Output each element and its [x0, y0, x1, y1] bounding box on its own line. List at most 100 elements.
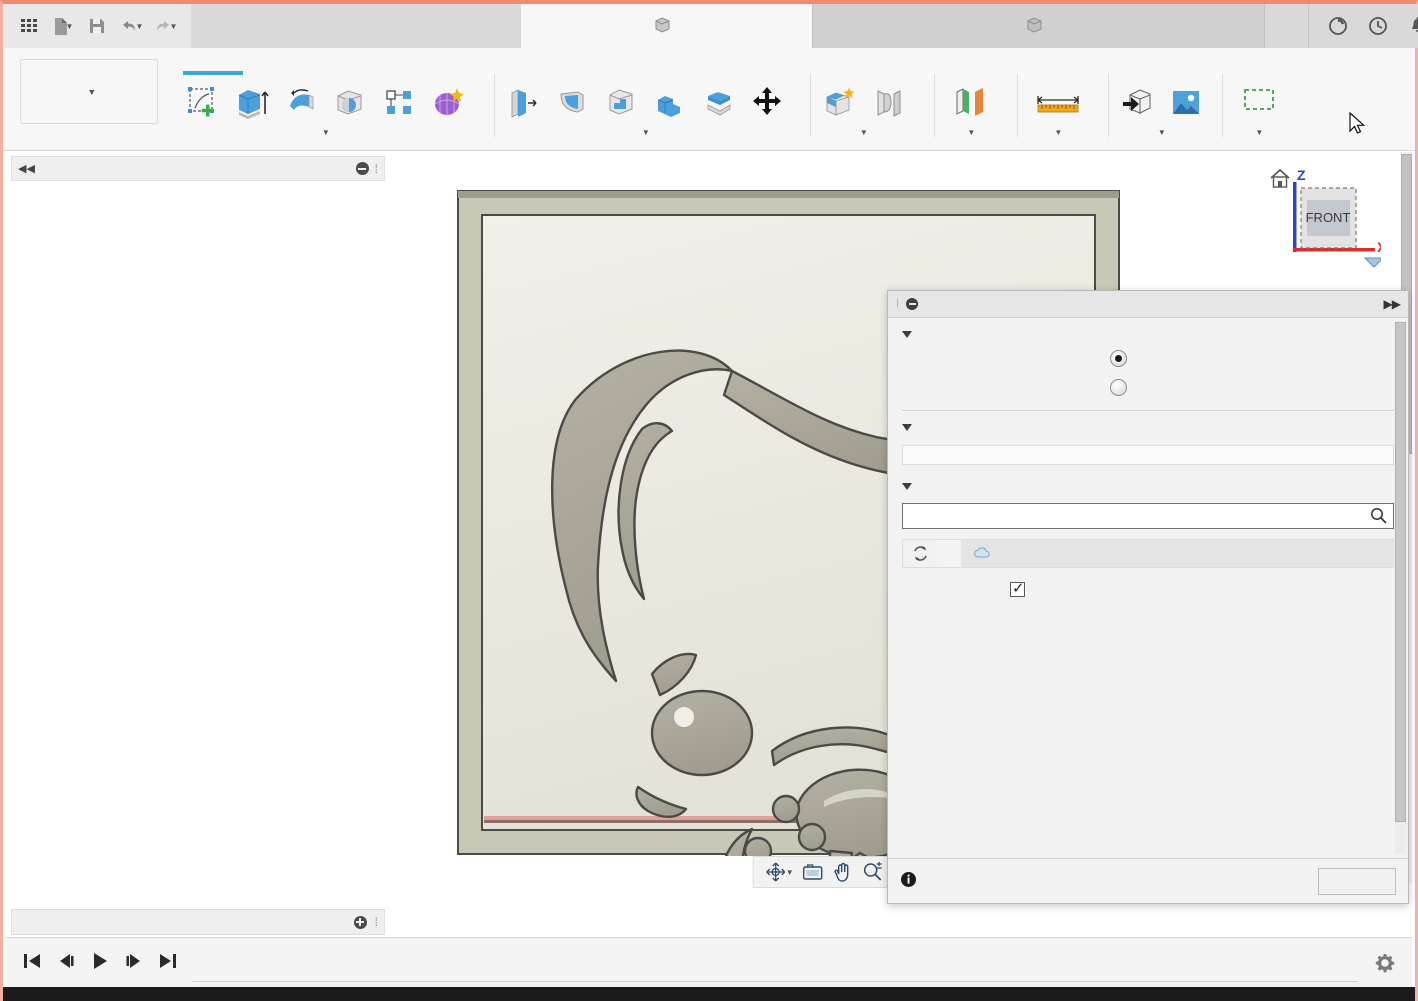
panel-inspect-label[interactable]: ▼	[1053, 128, 1062, 137]
library-search-input[interactable]	[902, 503, 1394, 529]
step-back-icon[interactable]	[56, 952, 76, 973]
tab-solid[interactable]	[178, 54, 206, 60]
triangle-down-icon[interactable]	[902, 424, 912, 431]
refresh-icon[interactable]	[903, 540, 937, 567]
chevron-down-icon: ▼	[641, 128, 651, 137]
panel-select: ▼	[1222, 74, 1295, 137]
apply-to-faces-radio[interactable]	[1110, 379, 1127, 396]
skip-start-icon[interactable]	[22, 952, 42, 973]
appearance-dialog[interactable]: ⁞ ▶▶	[887, 290, 1409, 904]
timeline-settings-gear-icon[interactable]	[1358, 953, 1412, 973]
panel-create-label[interactable]: ▼	[321, 128, 330, 137]
play-icon[interactable]	[90, 952, 110, 973]
extrude-icon[interactable]	[228, 77, 276, 127]
document-tab-pc3[interactable]	[521, 4, 813, 48]
timeline-track[interactable]	[192, 938, 1358, 988]
home-icon	[1270, 168, 1290, 188]
panel-construct-icons	[939, 74, 1003, 128]
appearance-swatch-grid[interactable]	[902, 445, 1394, 465]
move-copy-icon[interactable]	[744, 77, 792, 127]
double-left-arrow-icon[interactable]: ◀◀	[18, 162, 35, 175]
panel-select-label[interactable]: ▼	[1254, 128, 1263, 137]
panel-insert-label[interactable]: ▼	[1157, 128, 1166, 137]
view-cube[interactable]: Z X FRONT	[1261, 160, 1381, 270]
workspace-switcher-button[interactable]: ▼	[20, 59, 158, 124]
show-downloadable-checkbox[interactable]	[1010, 579, 1025, 597]
tab-tools[interactable]	[262, 54, 290, 60]
library-tab-favorites[interactable]	[1010, 540, 1034, 567]
comments-header[interactable]: ⁞	[11, 909, 385, 935]
close-button[interactable]	[1318, 867, 1396, 895]
library-tab-fusion360[interactable]	[937, 540, 961, 567]
undo-icon[interactable]: ▼	[115, 11, 147, 41]
file-caret-icon[interactable]: ▼	[66, 22, 74, 31]
info-icon[interactable]	[900, 871, 917, 891]
minus-circle-icon[interactable]	[906, 298, 919, 310]
double-right-arrow-icon[interactable]: ▶▶	[1384, 297, 1401, 311]
triangle-down-icon[interactable]	[902, 331, 912, 338]
recent-activity-icon[interactable]	[1359, 4, 1397, 48]
undo-caret-icon[interactable]: ▼	[136, 22, 144, 31]
chevron-down-icon[interactable]: ▼	[786, 868, 794, 877]
chevron-down-icon: ▼	[1255, 128, 1264, 137]
pattern-icon[interactable]	[375, 77, 423, 127]
revolve-icon[interactable]	[277, 77, 325, 127]
measure-icon[interactable]	[1022, 77, 1094, 127]
app-grid-icon[interactable]	[13, 11, 45, 41]
file-icon[interactable]: ▼	[47, 11, 79, 41]
grip-icon[interactable]: ⁞	[375, 915, 378, 929]
shell-icon[interactable]	[597, 77, 645, 127]
apply-to-bodies-radio[interactable]	[1110, 350, 1127, 367]
fillet-icon[interactable]	[548, 77, 596, 127]
grip-icon[interactable]: ⁞	[896, 298, 899, 310]
step-forward-icon[interactable]	[124, 952, 144, 973]
panel-construct-label[interactable]: ▼	[966, 128, 975, 137]
browser-tree	[11, 190, 385, 890]
apply-to-faces-row[interactable]	[888, 373, 1408, 402]
joint-icon[interactable]	[864, 77, 912, 127]
sweep-icon[interactable]	[326, 77, 374, 127]
ribbon-panels: ▼ ▼ ▼ ▼ ▼ ▼ ▼	[171, 74, 1411, 148]
appearance-scrollbar-thumb[interactable]	[1395, 322, 1406, 822]
section-in-this-design-header[interactable]	[888, 411, 1408, 437]
new-document-button[interactable]	[1265, 4, 1309, 48]
save-icon[interactable]	[81, 11, 113, 41]
insert-canvas-icon[interactable]	[1162, 77, 1210, 127]
chevron-down-icon: ▼	[967, 128, 976, 137]
press-pull-icon[interactable]	[499, 77, 547, 127]
look-at-icon[interactable]	[799, 859, 827, 885]
new-sketch-icon[interactable]	[179, 77, 227, 127]
combine-icon[interactable]	[646, 77, 694, 127]
section-library-header[interactable]	[888, 465, 1408, 496]
browser-header-actions: ⁞	[355, 162, 378, 176]
new-component-icon[interactable]	[815, 77, 863, 127]
grip-icon[interactable]: ⁞	[375, 162, 378, 176]
search-icon[interactable]	[1370, 507, 1387, 527]
skip-end-icon[interactable]	[158, 952, 178, 973]
redo-caret-icon[interactable]: ▼	[170, 22, 178, 31]
redo-icon[interactable]: ▼	[149, 11, 181, 41]
panel-assemble-label[interactable]: ▼	[859, 128, 868, 137]
insert-derive-icon[interactable]	[1113, 77, 1161, 127]
zoom-icon[interactable]	[859, 859, 887, 885]
apply-to-bodies-row[interactable]	[888, 344, 1408, 373]
section-apply-to-header[interactable]	[888, 318, 1408, 344]
offset-face-icon[interactable]	[695, 77, 743, 127]
tab-sheet-metal[interactable]	[234, 54, 262, 60]
offset-plane-icon[interactable]	[939, 77, 1003, 127]
appearance-dialog-header[interactable]: ⁞ ▶▶	[888, 291, 1408, 318]
triangle-down-icon[interactable]	[902, 483, 912, 490]
minus-circle-icon[interactable]	[355, 162, 369, 175]
library-tab-my-appearances[interactable]	[961, 540, 1010, 567]
orbit-icon[interactable]: ▼	[762, 859, 797, 885]
notifications-bell-icon[interactable]	[1399, 4, 1418, 48]
tab-surface[interactable]	[206, 54, 234, 60]
panel-assemble-icons	[815, 74, 912, 128]
job-status-icon[interactable]	[1319, 4, 1357, 48]
plus-circle-icon[interactable]	[353, 915, 367, 929]
document-tab-untitled[interactable]	[813, 4, 1265, 48]
panel-modify-label[interactable]: ▼	[641, 128, 650, 137]
form-icon[interactable]	[424, 77, 472, 127]
pan-hand-icon[interactable]	[829, 859, 857, 885]
select-window-icon[interactable]	[1227, 77, 1291, 127]
